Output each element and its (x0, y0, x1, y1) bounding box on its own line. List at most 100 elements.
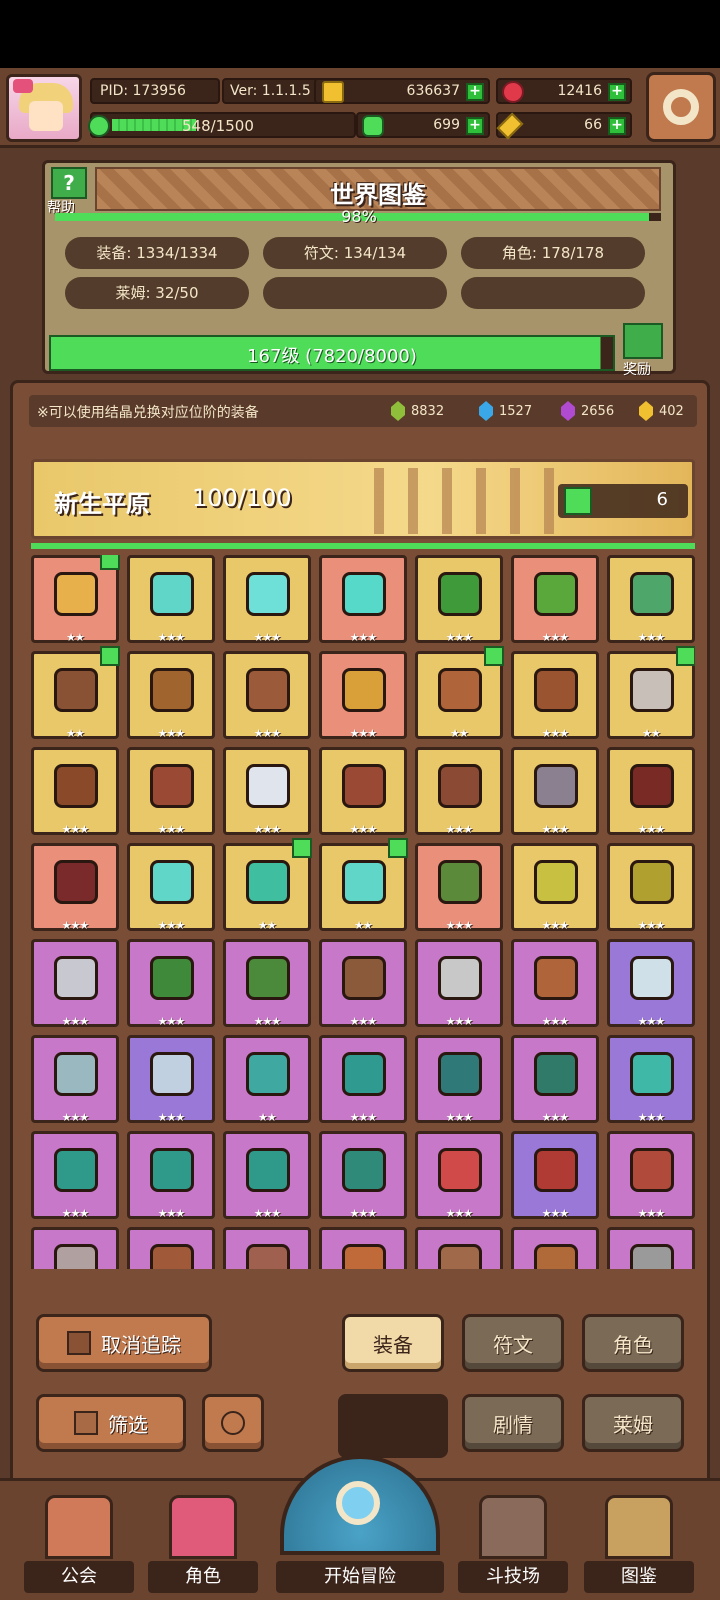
item-stars: ★★★ (445, 919, 474, 932)
add-key-button[interactable]: + (608, 117, 626, 135)
item-slot-red-boots[interactable]: ★★★ (607, 1131, 695, 1220)
item-slot-green-hood[interactable]: ★★★ (415, 555, 503, 644)
item-slot-sword[interactable]: ★★★ (511, 747, 599, 836)
tracked-count: 6 (656, 489, 668, 510)
item-slot-aqua-boots[interactable]: ★★ (319, 838, 408, 932)
item-stars: ★★★ (637, 1207, 666, 1220)
item-stars: ★★★ (445, 1207, 474, 1220)
item-slot-aqua-orb[interactable]: ★★★ (223, 555, 311, 644)
nav-arena-label: 斗技场 (458, 1561, 568, 1593)
item-slot-green-armor[interactable]: ★★★ (511, 555, 599, 644)
item-slot-long-sword[interactable]: ★★★ (31, 939, 119, 1028)
tab-slime[interactable]: 莱姆 (582, 1394, 684, 1452)
item-slot-jade-boots[interactable]: ★★★ (31, 1131, 119, 1220)
crystal-green-value: 8832 (411, 403, 445, 419)
nav-character[interactable]: 角色 (148, 1495, 258, 1599)
item-slot-pot[interactable]: ★★★ (127, 747, 215, 836)
item-slot-necklace-c[interactable] (223, 1227, 311, 1269)
item-slot-jade-staff[interactable]: ★★ (223, 1035, 311, 1124)
gold-value: 636637 (406, 83, 460, 99)
tab-story[interactable]: 剧情 (462, 1394, 564, 1452)
item-slot-silver-armor[interactable]: ★★★ (607, 939, 695, 1028)
item-stars: ★★★ (637, 1111, 666, 1124)
item-slot-jade-armor[interactable]: ★★★ (415, 1035, 503, 1124)
item-slot-jade-ring[interactable]: ★★★ (319, 1131, 407, 1220)
refresh-button[interactable] (202, 1394, 264, 1452)
add-ruby-button[interactable]: + (608, 83, 626, 101)
item-slot-leaf-hood[interactable]: ★★★ (415, 843, 503, 932)
item-slot-aqua-bow[interactable]: ★★★ (127, 843, 215, 932)
item-slot-gold-glove[interactable]: ★★★ (511, 843, 599, 932)
add-clover-button[interactable]: + (466, 117, 484, 135)
item-slot-red-armor[interactable]: ★★★ (511, 1131, 599, 1220)
item-stars: ★★★ (253, 1015, 282, 1028)
item-slot-leather-boots[interactable]: ★★★ (511, 939, 599, 1028)
item-slot-aqua-arrow[interactable]: ★★ (223, 838, 312, 932)
item-stars: ★★ (354, 919, 373, 932)
item-slot-forest-hood[interactable]: ★★★ (127, 939, 215, 1028)
reward-button[interactable]: 奖励 (617, 323, 677, 379)
item-slot-axe[interactable]: ★★ (607, 646, 695, 740)
item-slot-trident-g[interactable] (607, 1227, 695, 1269)
item-slot-bow[interactable]: ★★★ (319, 939, 407, 1028)
item-slot-spear[interactable]: ★★★ (127, 651, 215, 740)
add-gold-button[interactable]: + (466, 83, 484, 101)
item-slot-arrow[interactable]: ★★★ (415, 939, 503, 1028)
item-slot-staff-d[interactable] (319, 1227, 407, 1269)
item-slot-gem-ring[interactable]: ★★★ (511, 651, 599, 740)
item-stars: ★★★ (157, 1111, 186, 1124)
item-stars: ★★★ (61, 1111, 90, 1124)
item-slot-chest-b[interactable] (127, 1227, 215, 1269)
item-slot-crossbow[interactable]: ★★ (31, 646, 120, 740)
settings-button[interactable] (646, 72, 716, 142)
item-stars: ★★★ (157, 919, 186, 932)
filter-button[interactable]: 筛选 (36, 1394, 186, 1452)
item-slot-dark-armor[interactable]: ★★★ (31, 843, 119, 932)
crystal-purple: 2656 (561, 401, 614, 421)
tab-character[interactable]: 角色 (582, 1314, 684, 1372)
item-slot-silver-ring[interactable]: ★★★ (31, 1035, 119, 1124)
tab-equipment[interactable]: 装备 (342, 1314, 444, 1372)
item-slot-helm-a[interactable] (31, 1227, 119, 1269)
nav-guild[interactable]: 公会 (24, 1495, 134, 1599)
tab-rune[interactable]: 符文 (462, 1314, 564, 1372)
clover-icon (362, 115, 384, 137)
item-slot-gold-armor[interactable]: ★★★ (607, 843, 695, 932)
stamina-text: 548/1500 (182, 117, 254, 135)
item-slot-aqua-staff[interactable]: ★★★ (127, 555, 215, 644)
item-slot-armor-f[interactable] (511, 1227, 599, 1269)
tracked-thumb-icon (388, 838, 408, 858)
item-slot-straw-hat[interactable]: ★★ (31, 555, 120, 644)
crystal-blue-value: 1527 (499, 403, 533, 419)
item-slot-horn[interactable]: ★★★ (319, 651, 407, 740)
item-slot-pearl[interactable]: ★★★ (223, 747, 311, 836)
item-slot-crown-ring[interactable]: ★★★ (31, 747, 119, 836)
item-slot-green-ring[interactable]: ★★★ (607, 555, 695, 644)
item-slot-red-hood[interactable]: ★★★ (607, 747, 695, 836)
player-avatar[interactable] (6, 74, 82, 142)
start-adventure-button[interactable]: 开始冒险 (276, 1455, 444, 1600)
item-slot-bracelet[interactable]: ★★ (415, 646, 504, 740)
item-slot-jade-star[interactable]: ★★★ (127, 1131, 215, 1220)
item-slot-forest-armor[interactable]: ★★★ (223, 939, 311, 1028)
green-crystal-icon (391, 401, 405, 421)
nav-arena[interactable]: 斗技场 (458, 1495, 568, 1599)
item-slot-amulet[interactable]: ★★★ (223, 651, 311, 740)
item-slot-jade-necklace[interactable]: ★★★ (223, 1131, 311, 1220)
item-slot-gauntlet[interactable]: ★★★ (319, 747, 407, 836)
item-slot-necklace[interactable]: ★★★ (415, 747, 503, 836)
untrack-button[interactable]: 取消追踪 (36, 1314, 212, 1372)
leaf-hood-icon (438, 860, 482, 904)
nav-book[interactable]: 图鉴 (584, 1495, 694, 1599)
clover-value: 699 (433, 117, 460, 133)
item-slot-aqua-gem[interactable]: ★★★ (319, 555, 407, 644)
item-slot-jade-glove[interactable]: ★★★ (511, 1035, 599, 1124)
nav-character-label: 角色 (148, 1561, 258, 1593)
tracked-thumb-icon (676, 646, 695, 666)
crystal-note: ※可以使用结晶兑换对应位阶的装备 8832 1527 2656 402 (29, 395, 697, 427)
item-slot-jade-gem[interactable]: ★★★ (607, 1035, 695, 1124)
item-slot-horned-helm[interactable] (415, 1227, 503, 1269)
item-slot-jade-hat[interactable]: ★★★ (319, 1035, 407, 1124)
item-slot-red-mask[interactable]: ★★★ (415, 1131, 503, 1220)
item-slot-silver-boots[interactable]: ★★★ (127, 1035, 215, 1124)
